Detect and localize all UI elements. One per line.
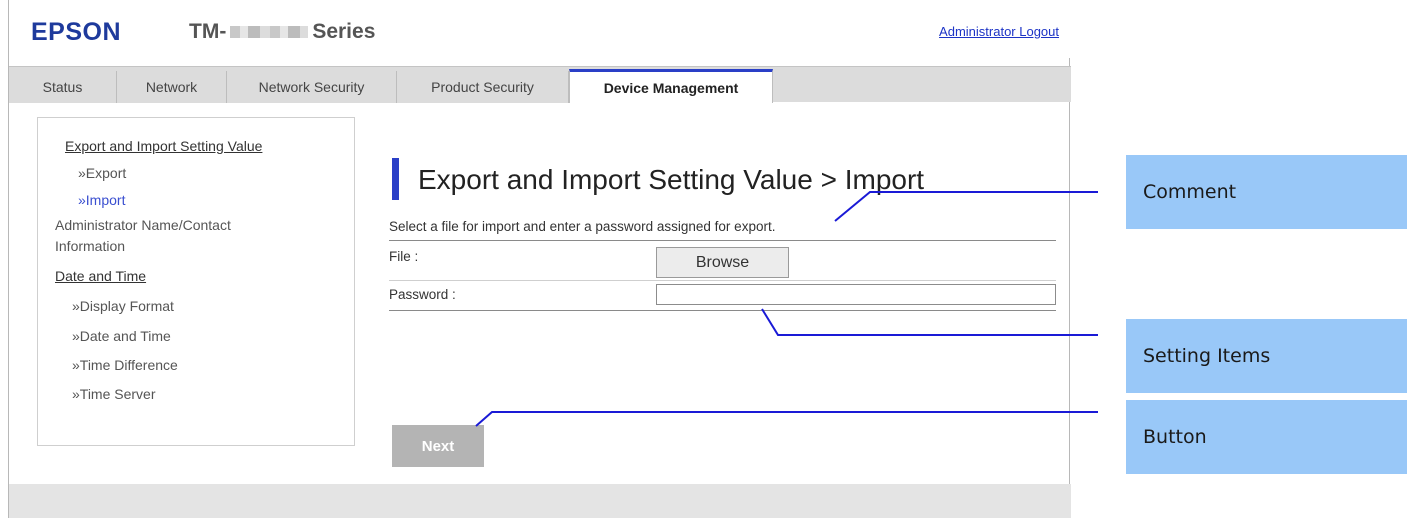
setting-items-callout-box: Setting Items <box>1126 319 1407 393</box>
setting-items-callout-line <box>761 308 1098 336</box>
button-callout-box: Button <box>1126 400 1407 474</box>
comment-callout-line <box>834 191 1098 222</box>
button-callout-line <box>475 411 1098 427</box>
comment-callout-box: Comment <box>1126 155 1407 229</box>
